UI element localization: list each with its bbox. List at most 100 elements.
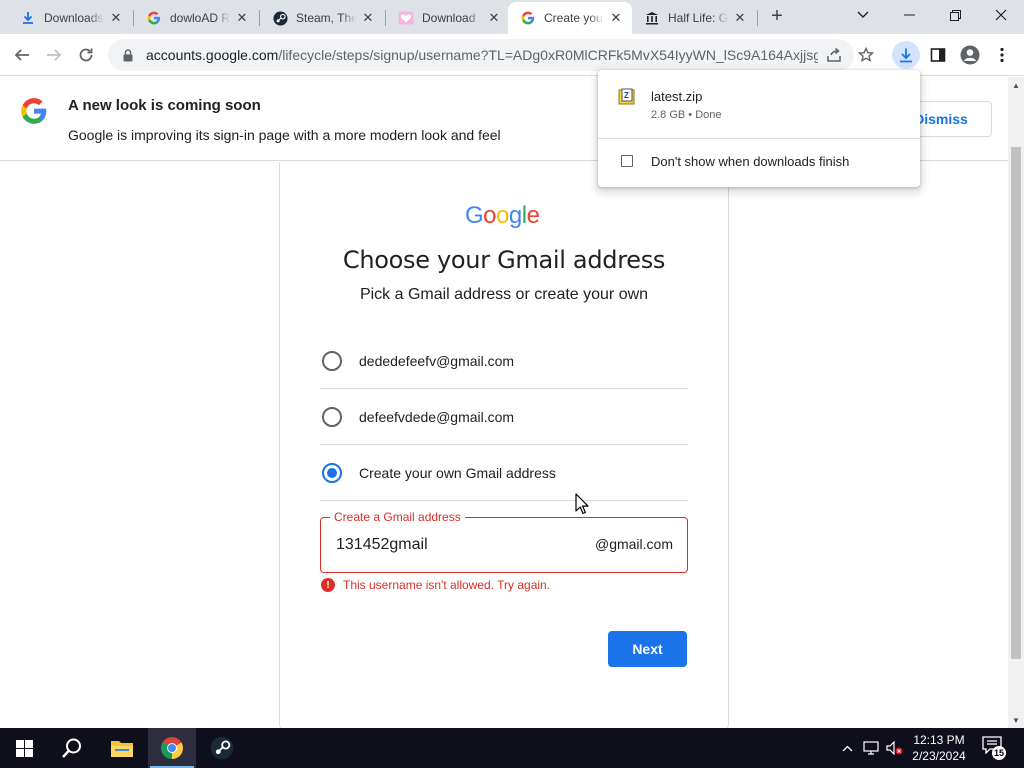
url-host: accounts.google.com xyxy=(146,47,279,63)
domain-suffix: @gmail.com xyxy=(594,536,673,552)
share-button[interactable] xyxy=(822,43,846,67)
error-text: This username isn't allowed. Try again. xyxy=(343,578,551,592)
forward-button[interactable] xyxy=(40,41,68,69)
option-label: dededefeefv@gmail.com xyxy=(359,352,515,369)
windows-logo-icon xyxy=(15,739,33,757)
next-button[interactable]: Next xyxy=(608,631,687,667)
close-icon[interactable]: ✕ xyxy=(234,10,250,26)
star-icon xyxy=(858,47,874,62)
taskbar-clock[interactable]: 12:13 PM 2/23/2024 xyxy=(908,732,970,764)
address-option[interactable]: defeefvdede@gmail.com xyxy=(320,389,688,445)
divider xyxy=(598,138,920,139)
steam-icon xyxy=(272,10,288,26)
tab-downloads[interactable]: Downloads ✕ xyxy=(8,2,132,34)
page-title: Choose your Gmail address xyxy=(342,246,666,274)
scroll-up-arrow[interactable]: ▲ xyxy=(1008,77,1024,93)
back-button[interactable] xyxy=(8,41,36,69)
checkbox-label[interactable]: Don't show when downloads finish xyxy=(651,154,849,169)
tab-steam[interactable]: Steam, The Ultimate ✕ xyxy=(260,2,384,34)
radio-button[interactable] xyxy=(322,406,342,427)
close-icon[interactable]: ✕ xyxy=(608,10,624,26)
field-label: Create a Gmail address xyxy=(330,510,465,524)
restore-button[interactable] xyxy=(932,0,978,30)
tab-title: dowloAD RDR 2 xyxy=(170,11,230,25)
close-icon[interactable]: ✕ xyxy=(732,10,748,26)
avatar-icon xyxy=(960,45,980,65)
taskbar-file-explorer[interactable] xyxy=(98,728,146,768)
lock-icon[interactable] xyxy=(120,48,136,62)
svg-text:Z: Z xyxy=(624,91,629,100)
tab-separator xyxy=(757,10,758,26)
scroll-down-arrow[interactable]: ▼ xyxy=(1008,712,1024,728)
reload-button[interactable] xyxy=(72,41,100,69)
close-icon xyxy=(995,9,1007,21)
profile-button[interactable] xyxy=(958,43,982,67)
close-icon[interactable]: ✕ xyxy=(360,10,376,26)
bookmark-button[interactable] xyxy=(854,43,878,67)
address-bar[interactable]: accounts.google.com/lifecycle/steps/sign… xyxy=(108,39,854,71)
mouse-cursor-icon xyxy=(575,493,589,515)
error-message: ! This username isn't allowed. Try again… xyxy=(321,578,550,592)
new-tab-button[interactable]: + xyxy=(766,6,788,28)
option-label: Create your own Gmail address xyxy=(359,464,556,481)
google-logo: Google xyxy=(465,202,540,229)
restore-icon xyxy=(949,9,961,21)
arrow-left-icon xyxy=(14,49,29,61)
tab-download-rdr2[interactable]: dowloAD RDR 2 ✕ xyxy=(134,2,258,34)
side-panel-icon xyxy=(930,48,946,62)
more-vert-icon xyxy=(1000,47,1004,63)
folder-icon xyxy=(111,741,133,757)
tab-create-google-account[interactable]: Create your Google ✕ xyxy=(508,2,632,34)
close-window-button[interactable] xyxy=(978,0,1024,30)
reload-icon xyxy=(79,48,93,62)
taskbar-steam[interactable] xyxy=(198,728,246,768)
tab-title: Downloads xyxy=(44,11,104,25)
google-g-icon xyxy=(520,10,536,26)
tab-search-button[interactable] xyxy=(840,0,886,30)
option-label: defeefvdede@gmail.com xyxy=(359,408,515,425)
tab-half-life[interactable]: Half Life: Game ✕ xyxy=(632,2,756,34)
zip-file-icon[interactable]: Z xyxy=(618,88,636,106)
search-button[interactable] xyxy=(48,728,96,768)
page-subtitle: Pick a Gmail address or create your own xyxy=(359,286,649,303)
steam-icon xyxy=(210,736,234,760)
notification-center-button[interactable]: 15 xyxy=(982,736,1007,760)
show-hidden-icons-button[interactable] xyxy=(838,728,856,768)
close-icon[interactable]: ✕ xyxy=(108,10,124,26)
downloads-button[interactable] xyxy=(892,41,920,69)
close-icon[interactable]: ✕ xyxy=(486,10,502,26)
network-button[interactable] xyxy=(860,728,882,768)
page-scrollbar[interactable]: ▲ ▼ xyxy=(1008,77,1024,728)
banner-subtitle: Google is improving its sign-in page wit… xyxy=(68,127,501,143)
google-g-icon xyxy=(146,10,162,26)
create-own-option[interactable]: Create your own Gmail address xyxy=(320,445,688,501)
address-option[interactable]: dededefeefv@gmail.com xyxy=(320,333,688,389)
banner-title: A new look is coming soon xyxy=(68,97,261,114)
chevron-up-icon xyxy=(842,745,852,751)
heart-icon xyxy=(398,10,414,26)
library-icon xyxy=(644,10,660,26)
tab-strip: Downloads ✕ dowloAD RDR 2 ✕ Steam, The U… xyxy=(0,0,1024,34)
gmail-address-field[interactable]: Create a Gmail address 131452gmail @gmai… xyxy=(320,510,688,573)
radio-button[interactable] xyxy=(322,350,342,371)
menu-button[interactable] xyxy=(990,43,1014,67)
start-button[interactable] xyxy=(0,728,48,768)
svg-text:Google: Google xyxy=(465,202,540,229)
tab-title: Download xyxy=(422,11,476,25)
url-path: /lifecycle/steps/signup/username?TL=ADg0… xyxy=(278,47,818,63)
side-panel-button[interactable] xyxy=(926,43,950,67)
volume-button[interactable] xyxy=(884,728,906,768)
download-file-name[interactable]: latest.zip xyxy=(651,89,702,104)
taskbar-chrome[interactable] xyxy=(148,728,196,768)
error-icon: ! xyxy=(321,578,335,592)
radio-button-selected[interactable] xyxy=(322,462,342,483)
tab-download-heart[interactable]: Download ✕ xyxy=(386,2,510,34)
search-icon xyxy=(62,738,81,758)
scroll-thumb[interactable] xyxy=(1011,147,1021,659)
minimize-button[interactable] xyxy=(886,0,932,30)
clock-time: 12:13 PM xyxy=(913,733,965,747)
url-text[interactable]: accounts.google.com/lifecycle/steps/sign… xyxy=(146,47,818,63)
downloads-bubble: Z latest.zip 2.8 GB • Done Don't show wh… xyxy=(598,70,920,187)
dont-show-checkbox[interactable] xyxy=(621,155,633,167)
field-value[interactable]: 131452gmail xyxy=(336,536,428,554)
